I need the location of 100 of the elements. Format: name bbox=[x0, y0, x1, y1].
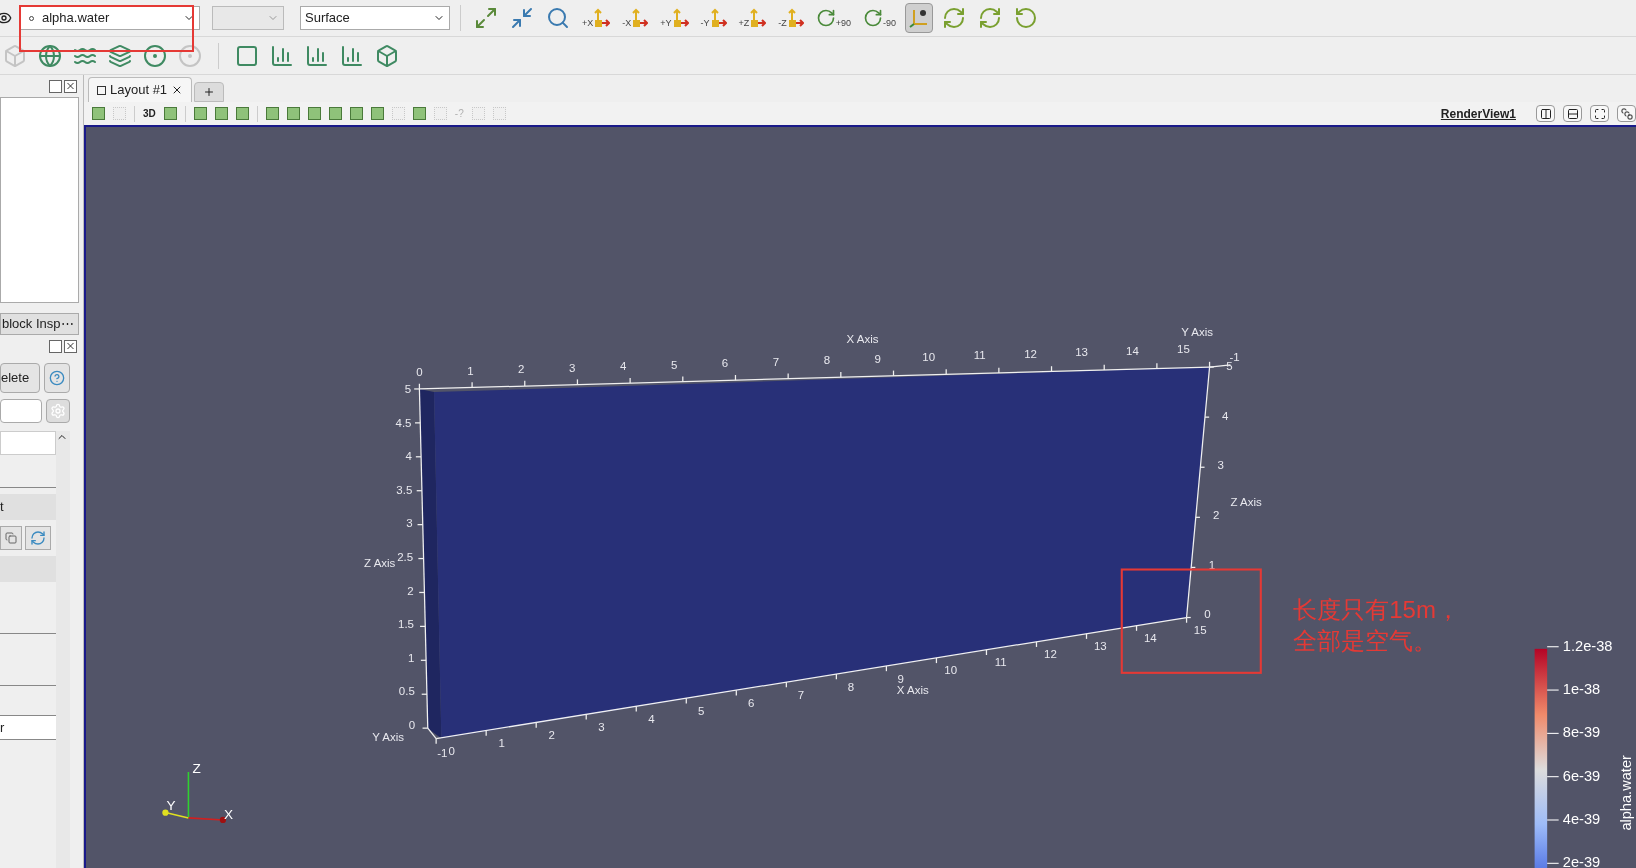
copy-icon bbox=[5, 532, 17, 544]
camera-button[interactable]: -X bbox=[619, 3, 652, 33]
filter-button[interactable] bbox=[37, 42, 63, 69]
legend-tick bbox=[1546, 732, 1560, 734]
legend-value: 2e-39 bbox=[1562, 854, 1601, 868]
representation-dropdown[interactable]: Surface bbox=[300, 6, 450, 30]
search-field[interactable] bbox=[0, 399, 42, 423]
arrow-icon bbox=[672, 8, 689, 28]
tick-label: 8 bbox=[847, 680, 855, 693]
list-row[interactable]: r bbox=[0, 716, 56, 740]
close-icon bbox=[65, 80, 76, 92]
camera-button[interactable]: +X bbox=[579, 3, 614, 33]
filter-button[interactable] bbox=[374, 42, 400, 69]
tick-label: 7 bbox=[797, 688, 805, 701]
axis-label: Y bbox=[166, 797, 176, 813]
rotate-icon bbox=[1014, 6, 1039, 30]
delete-button[interactable]: elete bbox=[0, 363, 40, 393]
float-button[interactable] bbox=[49, 339, 62, 353]
camera-button[interactable]: +90 bbox=[812, 3, 855, 33]
filter-button[interactable] bbox=[142, 42, 168, 69]
camera-button[interactable]: -Z bbox=[775, 3, 807, 33]
scrollbar[interactable] bbox=[56, 431, 70, 868]
view-tool-button[interactable] bbox=[163, 107, 177, 120]
tick-label: 2 bbox=[1213, 509, 1220, 522]
tick-label: 0.5 bbox=[398, 685, 415, 698]
view-tool-button[interactable] bbox=[286, 107, 300, 120]
camera-button[interactable]: +Y bbox=[657, 3, 692, 33]
panel-tab[interactable]: block Insp⋯ bbox=[0, 313, 79, 335]
gear-icon bbox=[50, 403, 66, 419]
arrow-icon bbox=[787, 8, 804, 28]
split-horizontal-button[interactable] bbox=[1536, 105, 1555, 122]
view-tool-button[interactable] bbox=[214, 107, 228, 120]
view-tool-button[interactable] bbox=[307, 107, 321, 120]
float-button[interactable] bbox=[1617, 105, 1636, 122]
tick-label: 10 bbox=[944, 664, 958, 677]
rotate-icon bbox=[942, 6, 967, 30]
rotate-icon bbox=[978, 6, 1003, 30]
help-button[interactable] bbox=[44, 363, 70, 393]
view-tool-button[interactable] bbox=[92, 107, 105, 120]
chart-icon bbox=[340, 43, 364, 68]
tick-label: 15 bbox=[1193, 624, 1207, 637]
close-button[interactable] bbox=[64, 79, 77, 93]
tick-label: 7 bbox=[772, 355, 780, 368]
camera-button[interactable] bbox=[905, 3, 934, 33]
filter-button[interactable] bbox=[107, 42, 133, 69]
camera-button[interactable]: +Z bbox=[735, 3, 770, 33]
float-button[interactable] bbox=[49, 79, 62, 93]
search-icon bbox=[546, 6, 570, 30]
axis-label: Z bbox=[192, 761, 201, 776]
axis-title: X Axis bbox=[846, 332, 879, 345]
camera-button[interactable]: -Y bbox=[697, 3, 730, 33]
tick-label: 3 bbox=[569, 361, 576, 374]
legend-value: 8e-39 bbox=[1562, 724, 1601, 741]
camera-button[interactable]: -90 bbox=[860, 3, 900, 33]
view-tool-button[interactable] bbox=[328, 107, 342, 120]
columns-icon bbox=[1539, 107, 1552, 120]
tick-label: 1 bbox=[498, 737, 505, 750]
tick-label: 5 bbox=[698, 704, 705, 717]
tick-label: 5 bbox=[670, 358, 678, 371]
axis-label: -Y bbox=[700, 19, 710, 28]
zoom-icon bbox=[510, 6, 534, 30]
layout-tab[interactable]: Layout #1 bbox=[88, 77, 193, 102]
maximize-button[interactable] bbox=[1590, 105, 1609, 122]
view-tool-button[interactable] bbox=[412, 107, 426, 120]
close-button[interactable] bbox=[64, 339, 77, 353]
section-header[interactable]: t bbox=[0, 494, 56, 520]
refresh-button[interactable] bbox=[25, 526, 51, 550]
rotate-icon bbox=[863, 8, 884, 28]
view-tool-button[interactable] bbox=[370, 107, 384, 120]
legend-value: 1.2e-38 bbox=[1562, 637, 1613, 654]
tick-label: 0 bbox=[448, 745, 455, 758]
tick-label: 4 bbox=[648, 712, 655, 725]
source-dropdown[interactable]: alpha.water bbox=[20, 6, 200, 30]
tick-label: 8 bbox=[823, 354, 831, 367]
view-tool-button[interactable] bbox=[265, 107, 279, 120]
tick-label: 0 bbox=[1204, 608, 1211, 621]
legend-tick bbox=[1546, 776, 1560, 778]
view-name-link[interactable]: RenderView1 bbox=[1440, 104, 1516, 123]
add-tab-button[interactable] bbox=[194, 82, 225, 102]
view-tool-button[interactable] bbox=[193, 107, 207, 120]
square-icon bbox=[235, 43, 259, 68]
tick-label: 12 bbox=[1044, 648, 1057, 661]
tick-label: 2 bbox=[407, 584, 414, 597]
view-tool-button[interactable] bbox=[349, 107, 363, 120]
eye-icon[interactable] bbox=[0, 10, 12, 26]
rotate-icon bbox=[815, 8, 836, 28]
tick-label: 3.5 bbox=[396, 483, 413, 496]
legend-tick bbox=[1546, 646, 1560, 648]
settings-button[interactable] bbox=[46, 399, 70, 423]
legend-title: alpha.water bbox=[1618, 755, 1635, 831]
split-vertical-button[interactable] bbox=[1563, 105, 1582, 122]
tick-label: 1 bbox=[467, 364, 474, 377]
tick-label: 0 bbox=[416, 366, 423, 379]
copy-button[interactable] bbox=[0, 526, 22, 550]
circle-icon bbox=[178, 43, 202, 68]
help-icon bbox=[49, 370, 65, 386]
tick-label: 13 bbox=[1075, 346, 1088, 359]
view-tool-button[interactable] bbox=[235, 107, 249, 120]
view-tool-button[interactable]: 3D bbox=[143, 106, 156, 121]
tick-label: 3 bbox=[406, 517, 413, 530]
